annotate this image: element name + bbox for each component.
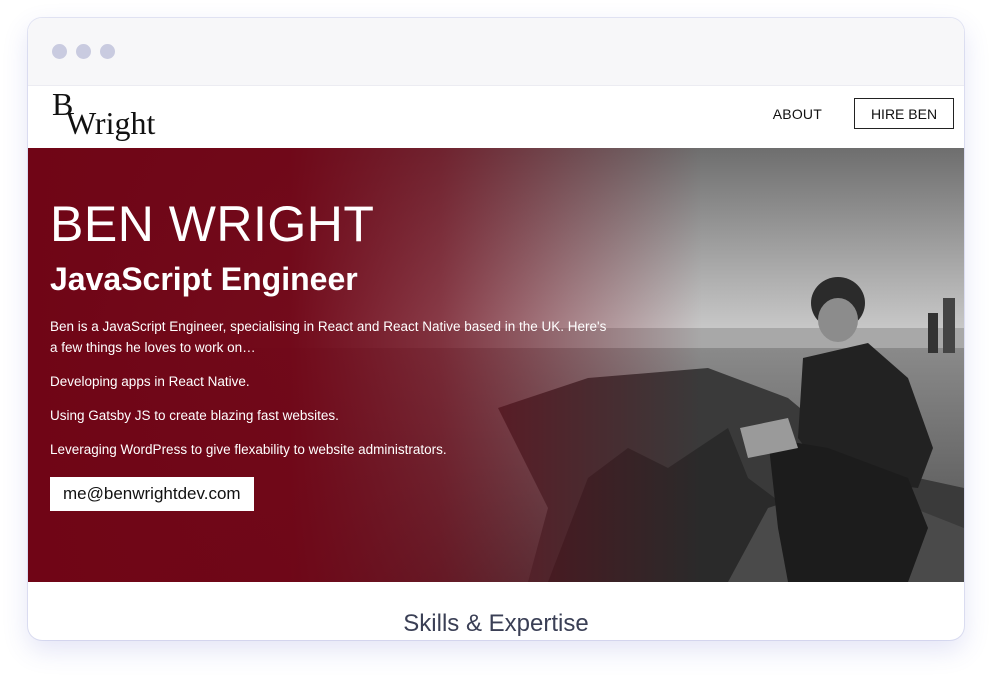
hero-bullet-2: Using Gatsby JS to create blazing fast w…	[50, 408, 339, 423]
email-button[interactable]: me@benwrightdev.com	[50, 477, 254, 511]
hero-role: JavaScript Engineer	[50, 261, 358, 297]
skills-heading: Skills & Expertise	[403, 610, 589, 637]
browser-chrome	[28, 18, 964, 86]
window-close-dot[interactable]	[52, 44, 67, 59]
hire-ben-button[interactable]: HIRE BEN	[854, 98, 954, 129]
hero-bullet-3: Leveraging WordPress to give flexability…	[50, 442, 447, 457]
browser-window: B Wright ABOUT HIRE BEN BEN WRIGHT JavaS…	[28, 18, 964, 640]
hero-name: BEN WRIGHT	[50, 196, 375, 252]
site-header: B Wright ABOUT HIRE BEN	[28, 86, 964, 148]
logo-wright: Wright	[66, 105, 156, 141]
window-maximize-dot[interactable]	[100, 44, 115, 59]
site-logo[interactable]: B Wright	[52, 88, 162, 144]
hero-content: BEN WRIGHT JavaScript Engineer Ben is a …	[50, 196, 610, 511]
nav-about-link[interactable]: ABOUT	[773, 106, 822, 122]
window-minimize-dot[interactable]	[76, 44, 91, 59]
hero-section: BEN WRIGHT JavaScript Engineer Ben is a …	[28, 148, 964, 582]
hero-intro: Ben is a JavaScript Engineer, specialisi…	[50, 319, 607, 355]
hero-bullet-1: Developing apps in React Native.	[50, 374, 250, 389]
